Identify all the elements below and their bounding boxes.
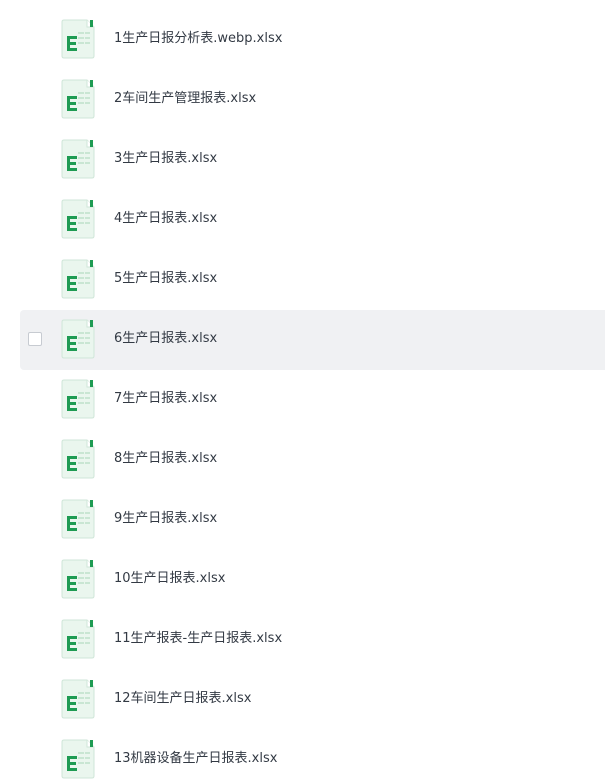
file-row[interactable]: 6生产日报表.xlsx — [20, 310, 605, 370]
file-row[interactable]: 2车间生产管理报表.xlsx — [20, 70, 605, 130]
file-name[interactable]: 2车间生产管理报表.xlsx — [114, 90, 256, 108]
excel-file-icon — [61, 319, 95, 359]
excel-file-icon — [61, 739, 95, 779]
file-name[interactable]: 11生产报表-生产日报表.xlsx — [114, 630, 282, 648]
excel-file-icon — [61, 199, 95, 239]
file-name[interactable]: 6生产日报表.xlsx — [114, 330, 217, 348]
file-row[interactable]: 4生产日报表.xlsx — [20, 190, 605, 250]
excel-file-icon — [61, 19, 95, 59]
excel-file-icon — [61, 679, 95, 719]
file-name[interactable]: 8生产日报表.xlsx — [114, 450, 217, 468]
file-name[interactable]: 4生产日报表.xlsx — [114, 210, 217, 228]
file-row[interactable]: 5生产日报表.xlsx — [20, 250, 605, 310]
file-row[interactable]: 8生产日报表.xlsx — [20, 430, 605, 490]
row-checkbox[interactable] — [28, 332, 42, 346]
file-name[interactable]: 5生产日报表.xlsx — [114, 270, 217, 288]
file-row[interactable]: 12车间生产日报表.xlsx — [20, 670, 605, 730]
file-name[interactable]: 3生产日报表.xlsx — [114, 150, 217, 168]
file-row[interactable]: 11生产报表-生产日报表.xlsx — [20, 610, 605, 670]
file-row[interactable]: 9生产日报表.xlsx — [20, 490, 605, 550]
excel-file-icon — [61, 379, 95, 419]
file-row[interactable]: 7生产日报表.xlsx — [20, 370, 605, 430]
file-list: 1生产日报分析表.webp.xlsx 2车间生产管理报表.xlsx 3生产日报表… — [0, 0, 605, 779]
excel-file-icon — [61, 559, 95, 599]
excel-file-icon — [61, 259, 95, 299]
file-name[interactable]: 1生产日报分析表.webp.xlsx — [114, 30, 282, 48]
file-name[interactable]: 9生产日报表.xlsx — [114, 510, 217, 528]
file-row[interactable]: 3生产日报表.xlsx — [20, 130, 605, 190]
excel-file-icon — [61, 619, 95, 659]
file-row[interactable]: 13机器设备生产日报表.xlsx — [20, 730, 605, 779]
file-name[interactable]: 10生产日报表.xlsx — [114, 570, 225, 588]
file-name[interactable]: 7生产日报表.xlsx — [114, 390, 217, 408]
file-row[interactable]: 1生产日报分析表.webp.xlsx — [20, 10, 605, 70]
excel-file-icon — [61, 439, 95, 479]
excel-file-icon — [61, 139, 95, 179]
file-name[interactable]: 12车间生产日报表.xlsx — [114, 690, 251, 708]
excel-file-icon — [61, 79, 95, 119]
file-name[interactable]: 13机器设备生产日报表.xlsx — [114, 750, 277, 768]
file-row[interactable]: 10生产日报表.xlsx — [20, 550, 605, 610]
excel-file-icon — [61, 499, 95, 539]
